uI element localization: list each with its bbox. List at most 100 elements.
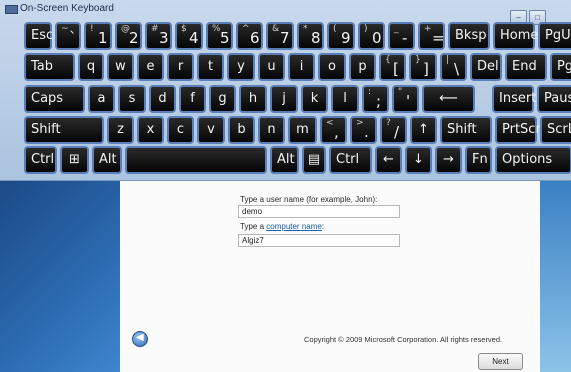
key-r1-7[interactable]: ^ 6 — [236, 22, 263, 50]
key-label: k — [310, 91, 319, 106]
key-r3-2[interactable]: s — [118, 85, 146, 113]
key-r4-5[interactable]: b — [228, 116, 255, 144]
key-r5-3[interactable] — [125, 146, 267, 174]
key-r4-9[interactable]: >. — [350, 116, 377, 144]
key-r4-4[interactable]: v — [197, 116, 225, 144]
key-r3-7[interactable]: j — [270, 85, 298, 113]
key-shift-label: ^ — [242, 24, 250, 34]
key-r1-1[interactable]: ~ ` — [55, 22, 81, 50]
key-r5-5[interactable]: ▤ — [302, 146, 326, 174]
key-r2-13[interactable]: | \ — [440, 53, 467, 81]
key-r2-5[interactable]: t — [197, 53, 224, 81]
key-r3-1[interactable]: a — [88, 85, 115, 113]
key-r4-0[interactable]: Shift — [24, 116, 104, 144]
key-r5-9[interactable]: → — [435, 146, 462, 174]
key-shift-label: > — [356, 118, 364, 128]
key-r1-4[interactable]: #3 — [145, 22, 172, 50]
key-label: 2 — [129, 29, 139, 47]
key-r5-6[interactable]: Ctrl — [329, 146, 372, 174]
key-r2-7[interactable]: u — [258, 53, 285, 81]
key-r3-13[interactable]: Insert — [492, 85, 536, 113]
key-r2-8[interactable]: i — [288, 53, 315, 81]
key-r5-1[interactable]: ⊞ — [60, 146, 89, 174]
key-label: y — [237, 59, 245, 74]
key-r1-13[interactable]: + = — [418, 22, 445, 50]
key-r1-2[interactable]: ! 1 — [84, 22, 112, 50]
key-r4-11[interactable]: ↑ — [410, 116, 437, 144]
key-r2-0[interactable]: Tab — [24, 53, 75, 81]
key-r3-10[interactable]: :; — [362, 85, 389, 113]
key-label: 8 — [311, 29, 321, 47]
key-r1-12[interactable]: _ - — [388, 22, 415, 50]
key-label: o — [328, 59, 336, 74]
key-label: s — [128, 91, 136, 106]
key-r2-14[interactable]: Del — [470, 53, 502, 81]
key-r3-6[interactable]: h — [239, 85, 267, 113]
key-r4-1[interactable]: z — [107, 116, 134, 144]
key-label: , — [334, 123, 339, 141]
key-r1-10[interactable]: (9 — [327, 22, 355, 50]
key-r3-8[interactable]: k — [301, 85, 328, 113]
key-r1-0[interactable]: Esc — [24, 22, 53, 50]
key-r5-0[interactable]: Ctrl — [24, 146, 57, 174]
key-r4-2[interactable]: x — [137, 116, 164, 144]
key-r1-6[interactable]: % 5 — [206, 22, 233, 50]
key-r4-13[interactable]: PrtScn — [495, 116, 544, 144]
username-input[interactable]: demo — [238, 205, 400, 218]
key-r4-8[interactable]: <, — [320, 116, 347, 144]
key-r3-4[interactable]: f — [179, 85, 206, 113]
key-r2-2[interactable]: w — [107, 53, 134, 81]
key-r5-2[interactable]: Alt — [92, 146, 122, 174]
key-r3-9[interactable]: l — [331, 85, 359, 113]
key-label: ⟵ — [439, 91, 458, 106]
key-r3-3[interactable]: d — [149, 85, 176, 113]
key-r2-1[interactable]: q — [78, 53, 104, 81]
key-label: Options — [502, 152, 553, 167]
title-bar: On-Screen Keyboard – □ — [0, 0, 571, 25]
key-r2-9[interactable]: o — [318, 53, 346, 81]
key-r4-3[interactable]: c — [167, 116, 194, 144]
key-r1-8[interactable]: & 7 — [266, 22, 294, 50]
key-r5-4[interactable]: Alt — [270, 146, 299, 174]
key-r3-0[interactable]: Caps — [24, 85, 85, 113]
key-r1-14[interactable]: Bksp — [448, 22, 490, 50]
key-r4-6[interactable]: n — [258, 116, 285, 144]
key-r3-12[interactable]: ⟵ — [422, 85, 475, 113]
key-label: Ctrl — [336, 152, 360, 167]
computer-name-input[interactable]: Algiz7 — [238, 234, 400, 247]
key-label: / — [394, 123, 400, 141]
key-r2-15[interactable]: End — [505, 53, 547, 81]
back-arrow-icon[interactable]: ◀ — [132, 331, 148, 347]
key-label: u — [267, 59, 276, 74]
key-r2-6[interactable]: y — [227, 53, 255, 81]
key-r1-15[interactable]: Home — [493, 22, 538, 50]
key-r5-10[interactable]: Fn — [465, 146, 492, 174]
key-r2-12[interactable]: }] — [409, 53, 437, 81]
key-r1-5[interactable]: $4 — [175, 22, 203, 50]
key-label: Alt — [277, 152, 295, 167]
key-r3-11[interactable]: " ' — [392, 85, 419, 113]
key-r1-9[interactable]: * 8 — [297, 22, 324, 50]
key-r4-10[interactable]: ? / — [380, 116, 407, 144]
key-r1-3[interactable]: @2 — [115, 22, 142, 50]
key-r5-11[interactable]: Options — [495, 146, 571, 174]
computer-name-link[interactable]: computer name — [266, 222, 322, 231]
key-r4-14[interactable]: ScrLk — [540, 116, 571, 144]
next-button[interactable]: Next — [478, 353, 523, 370]
key-r5-7[interactable]: ← — [375, 146, 402, 174]
key-label: j — [282, 91, 286, 106]
key-r3-5[interactable]: g — [209, 85, 236, 113]
key-shift-label: } — [415, 55, 421, 65]
key-shift-label: { — [385, 55, 391, 65]
key-r3-14[interactable]: Pause — [537, 85, 571, 113]
key-r2-3[interactable]: e — [137, 53, 164, 81]
key-r4-7[interactable]: m — [288, 116, 317, 144]
key-r2-11[interactable]: {[ — [379, 53, 406, 81]
key-r2-4[interactable]: r — [167, 53, 194, 81]
key-r1-16[interactable]: PgUp — [538, 22, 571, 50]
key-r4-12[interactable]: Shift — [440, 116, 492, 144]
key-r2-10[interactable]: p — [349, 53, 376, 81]
key-r5-8[interactable]: ↓ — [405, 146, 432, 174]
key-r1-11[interactable]: ) 0 — [358, 22, 385, 50]
key-r2-16[interactable]: PgDn — [550, 53, 571, 81]
